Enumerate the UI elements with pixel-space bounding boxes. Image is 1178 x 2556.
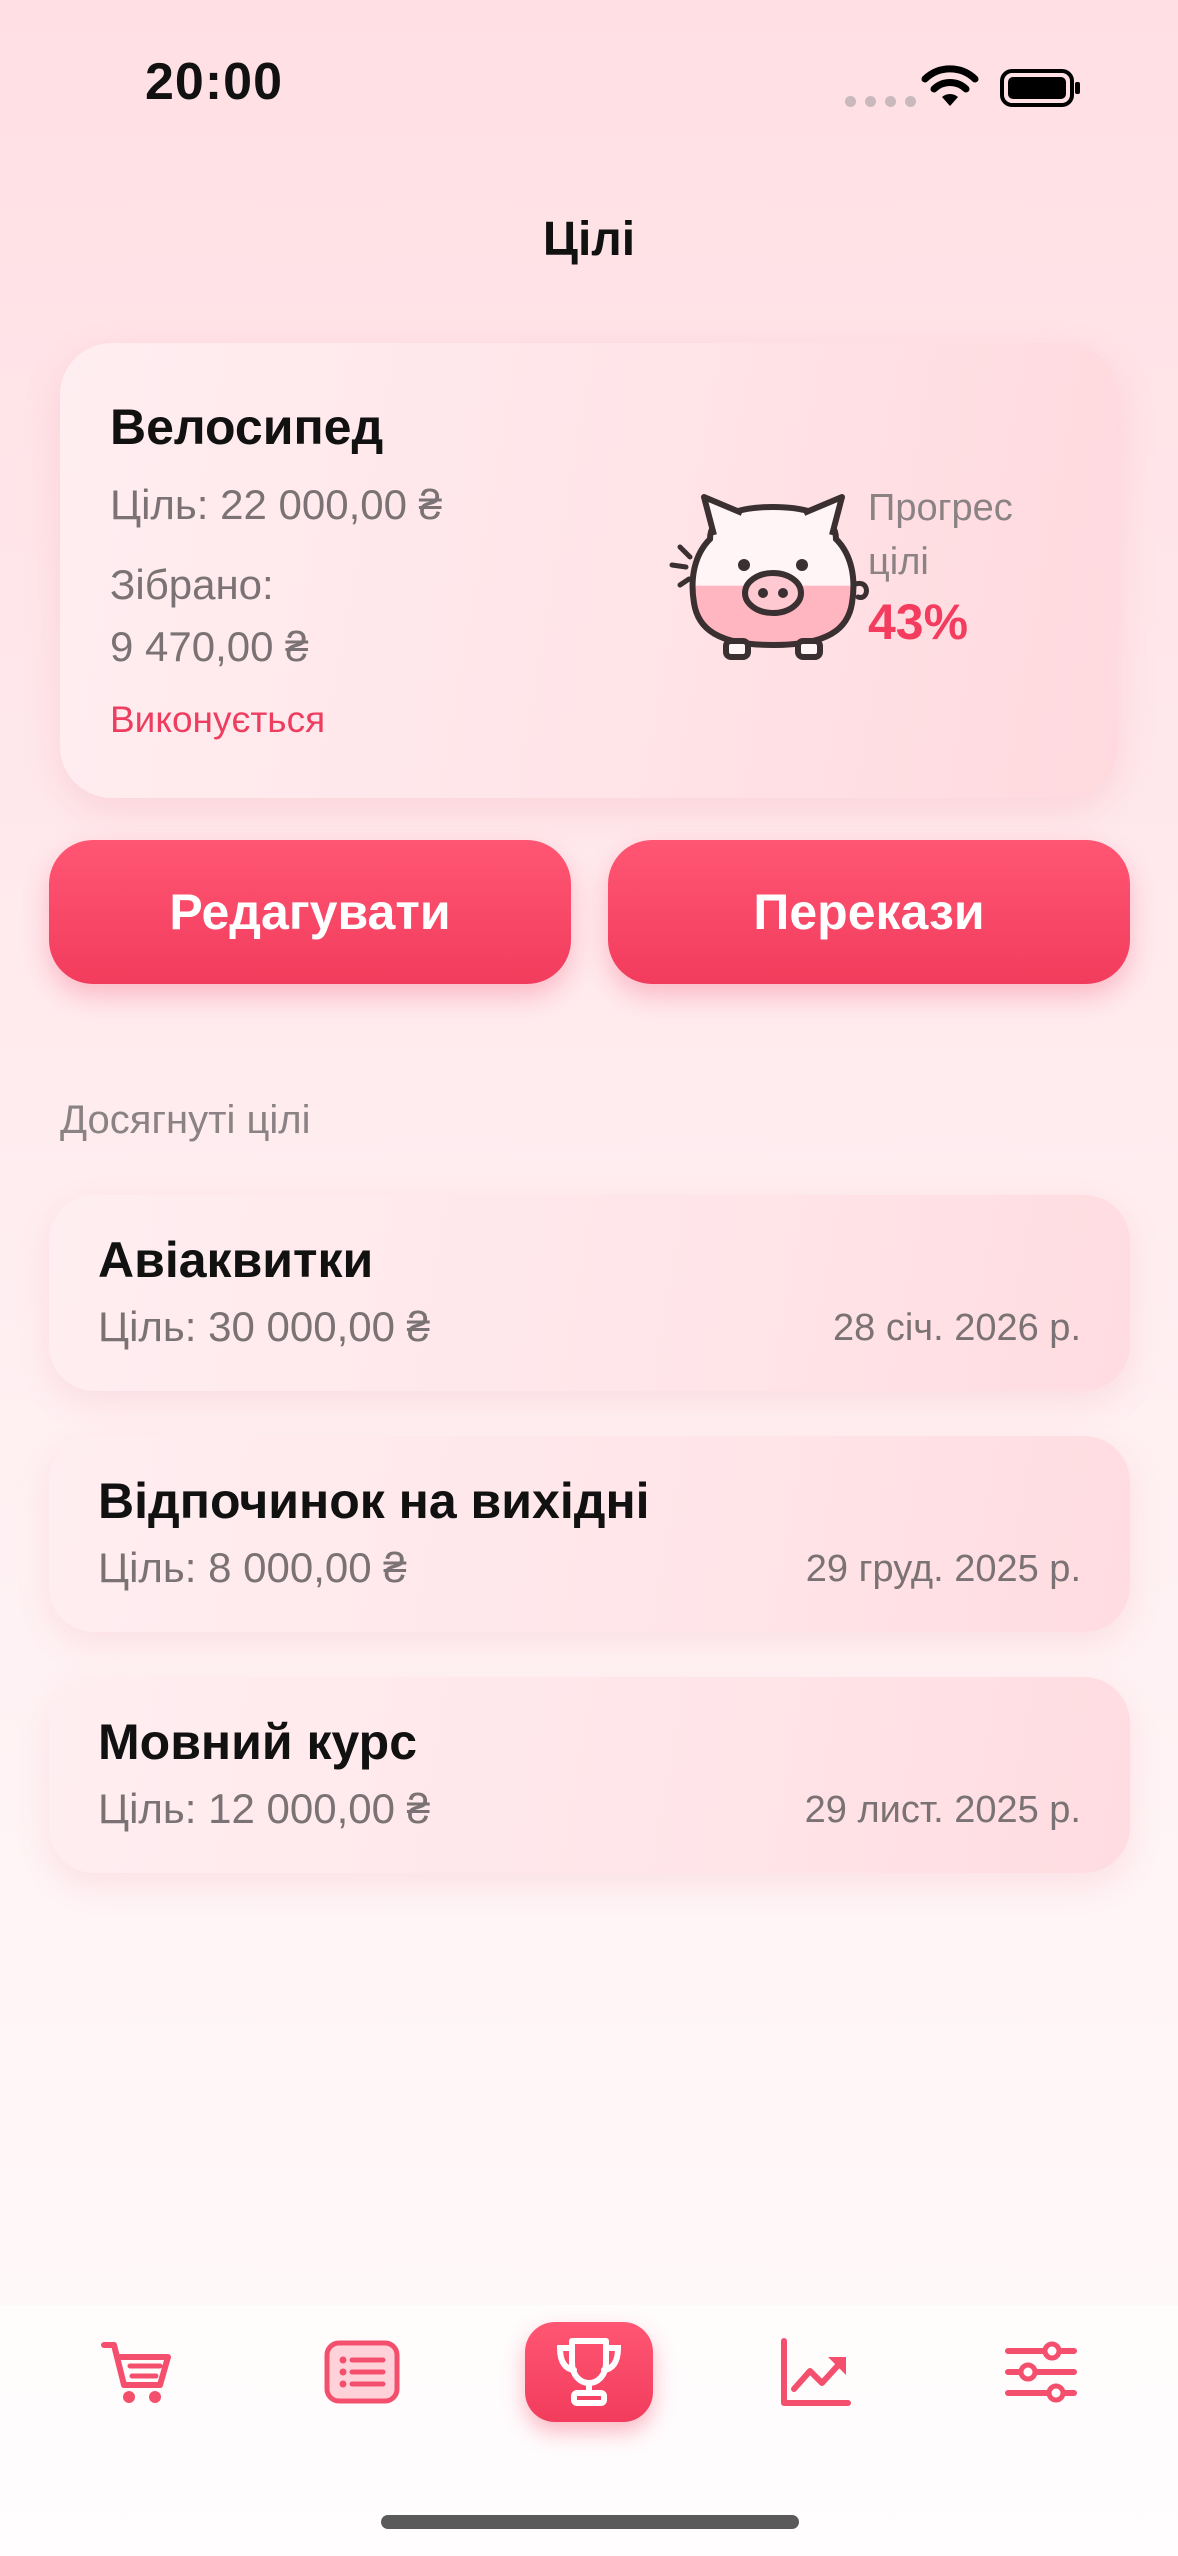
chart-icon [781, 2338, 851, 2406]
progress-value: 43% [868, 594, 969, 650]
signal-icon [845, 96, 916, 107]
achieved-goal-item[interactable]: Відпочинок на вихідні Ціль: 8 000,00 ₴ 2… [49, 1436, 1130, 1632]
achieved-goal-name: Мовний курс [98, 1714, 418, 1770]
achieved-goals-title: Досягнуті цілі [60, 1098, 311, 1142]
trophy-icon [556, 2338, 622, 2406]
goal-name: Велосипед [110, 399, 384, 455]
battery-icon [1000, 69, 1080, 107]
status-bar: 20:00 [0, 0, 1178, 170]
achieved-goal-target: Ціль: 12 000,00 ₴ [98, 1785, 431, 1832]
page-title: Цілі [542, 213, 636, 266]
goal-target: Ціль: 22 000,00 ₴ [110, 481, 443, 528]
tab-statistics[interactable] [751, 2322, 879, 2422]
achieved-goal-name: Авіаквитки [98, 1232, 374, 1288]
achieved-goal-date: 28 січ. 2026 р. [833, 1307, 1081, 1349]
achieved-goal-name: Відпочинок на вихідні [98, 1473, 650, 1529]
tab-list[interactable] [298, 2322, 426, 2422]
cart-icon [101, 2342, 171, 2403]
tab-settings[interactable] [977, 2322, 1105, 2422]
achieved-goal-item[interactable]: Авіаквитки Ціль: 30 000,00 ₴ 28 січ. 202… [49, 1195, 1130, 1391]
goal-status: Виконується [110, 699, 326, 740]
achieved-goal-target: Ціль: 30 000,00 ₴ [98, 1303, 431, 1350]
achieved-goal-date: 29 груд. 2025 р. [805, 1548, 1081, 1590]
piggy-bank-icon [669, 494, 869, 660]
achieved-goal-target: Ціль: 8 000,00 ₴ [98, 1544, 407, 1591]
list-icon [324, 2340, 400, 2404]
edit-button[interactable]: Редагувати [49, 840, 571, 984]
home-indicator [381, 2515, 799, 2529]
goal-collected-label: Зібрано: [110, 561, 274, 608]
current-goal-card[interactable]: Велосипед Ціль: 22 000,00 ₴ Зібрано: 9 4… [60, 343, 1118, 798]
sliders-icon [1005, 2341, 1077, 2403]
achieved-goal-date: 29 лист. 2025 р. [804, 1789, 1081, 1831]
progress-label: Прогрес цілі [868, 487, 1013, 583]
tab-goals[interactable] [525, 2322, 653, 2422]
tab-purchases[interactable] [73, 2322, 201, 2422]
status-time: 20:00 [145, 53, 283, 111]
goal-collected-value: 9 470,00 ₴ [110, 623, 309, 670]
achieved-goal-item[interactable]: Мовний курс Ціль: 12 000,00 ₴ 29 лист. 2… [49, 1677, 1130, 1873]
wifi-icon [921, 65, 979, 106]
transfers-button[interactable]: Перекази [608, 840, 1130, 984]
